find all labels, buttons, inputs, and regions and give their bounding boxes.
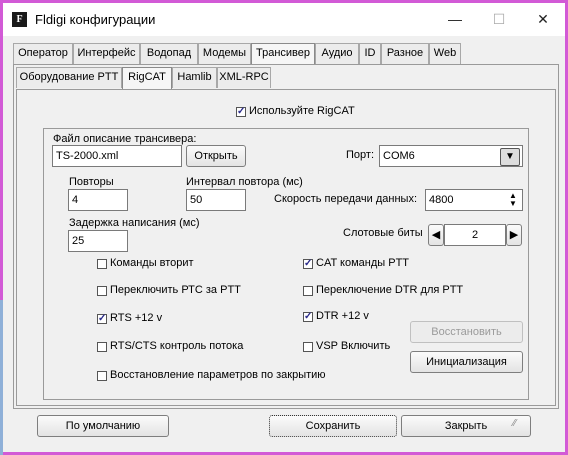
subtab-ptt[interactable]: Оборудование PTT	[16, 67, 122, 88]
open-file-button[interactable]: Открыть	[186, 145, 246, 167]
init-button[interactable]: Инициализация	[410, 351, 523, 373]
desktop-edge	[0, 300, 3, 455]
cat-ptt-checkbox[interactable]: ✓	[303, 259, 313, 269]
save-button[interactable]: Сохранить	[269, 415, 397, 437]
dtr-ptt-label: Переключение DTR для PTT	[316, 284, 464, 296]
restore-on-close-label: Восстановление параметров по закрытию	[110, 369, 326, 381]
stopbits-decrement-button[interactable]: ◀	[428, 224, 444, 246]
rts12-label: RTS +12 v	[110, 312, 163, 324]
baud-select[interactable]: 4800 ▲ ▼	[425, 189, 523, 211]
window-title: Fldigi конфигурации	[35, 12, 156, 27]
port-select[interactable]: COM6 ▼	[379, 145, 523, 167]
close-button[interactable]: Закрыть	[401, 415, 531, 437]
rigcat-group: Файл описание трансивера: TS-2000.xml От…	[43, 128, 529, 400]
subtab-xmlrpc[interactable]: XML-RPC	[217, 67, 271, 88]
app-logo-icon: F	[12, 12, 27, 27]
write-delay-field[interactable]: 25	[68, 230, 128, 252]
rig-file-field[interactable]: TS-2000.xml	[52, 145, 182, 167]
use-rigcat-label: Используйте RigCAT	[249, 105, 355, 117]
tab-web[interactable]: Web	[429, 43, 461, 64]
baud-value: 4800	[429, 194, 454, 206]
resize-grip-icon[interactable]: ⁄⁄	[513, 418, 516, 429]
tab-id[interactable]: ID	[359, 43, 381, 64]
subtab-hamlib[interactable]: Hamlib	[172, 67, 217, 88]
port-label: Порт:	[346, 149, 374, 161]
echo-checkbox[interactable]	[97, 259, 107, 269]
dtr-ptt-checkbox[interactable]	[303, 286, 313, 296]
stopbits-label: Слотовые биты	[343, 227, 423, 239]
config-window: F Fldigi конфигурации — ☐ ✕ Оператор Инт…	[0, 0, 568, 455]
maximize-button[interactable]: ☐	[477, 3, 521, 36]
baud-label: Скорость передачи данных:	[274, 193, 417, 205]
tab-modems[interactable]: Модемы	[198, 43, 251, 64]
retries-label: Повторы	[69, 176, 114, 188]
close-window-button[interactable]: ✕	[521, 3, 565, 36]
echo-label: Команды вторит	[110, 257, 194, 269]
use-rigcat-checkbox[interactable]: ✓	[236, 107, 246, 117]
port-value: COM6	[383, 150, 415, 162]
retries-field[interactable]: 4	[68, 189, 128, 211]
rts12-checkbox[interactable]: ✓	[97, 314, 107, 324]
subtab-rigcat[interactable]: RigCAT	[122, 67, 172, 89]
rigcat-pane: ✓ Используйте RigCAT Файл описание транс…	[16, 89, 556, 406]
title-bar[interactable]: F Fldigi конфигурации — ☐ ✕	[3, 3, 565, 36]
spinner-icon[interactable]: ▲ ▼	[506, 192, 520, 208]
dtr12-checkbox[interactable]: ✓	[303, 312, 313, 322]
rts-ptt-label: Переключить РТС за PTT	[110, 284, 241, 296]
vsp-checkbox[interactable]	[303, 342, 313, 352]
tab-waterfall[interactable]: Водопад	[140, 43, 198, 64]
stopbits-field[interactable]: 2	[444, 224, 506, 246]
file-label: Файл описание трансивера:	[53, 133, 197, 145]
tab-audio[interactable]: Аудио	[315, 43, 359, 64]
rts-ptt-checkbox[interactable]	[97, 286, 107, 296]
rtscts-label: RTS/CTS контроль потока	[110, 340, 244, 352]
dtr12-label: DTR +12 v	[316, 310, 369, 322]
minimize-button[interactable]: —	[433, 3, 477, 36]
write-delay-label: Задержка написания (мс)	[69, 217, 200, 229]
chevron-down-icon[interactable]: ▼	[500, 148, 520, 166]
tab-operator[interactable]: Оператор	[13, 43, 73, 64]
restore-on-close-checkbox[interactable]	[97, 371, 107, 381]
stopbits-increment-button[interactable]: ▶	[506, 224, 522, 246]
tab-interface[interactable]: Интерфейс	[73, 43, 140, 64]
transceiver-pane: Оборудование PTT RigCAT Hamlib XML-RPC ✓…	[13, 64, 559, 409]
tab-transceiver[interactable]: Трансивер	[251, 43, 315, 65]
rtscts-checkbox[interactable]	[97, 342, 107, 352]
tab-misc[interactable]: Разное	[381, 43, 429, 64]
restore-button[interactable]: Восстановить	[410, 321, 523, 343]
cat-ptt-label: CAT команды PTT	[316, 257, 410, 269]
interval-field[interactable]: 50	[186, 189, 246, 211]
defaults-button[interactable]: По умолчанию	[37, 415, 169, 437]
vsp-label: VSP Включить	[316, 340, 391, 352]
interval-label: Интервал повтора (мс)	[186, 176, 303, 188]
